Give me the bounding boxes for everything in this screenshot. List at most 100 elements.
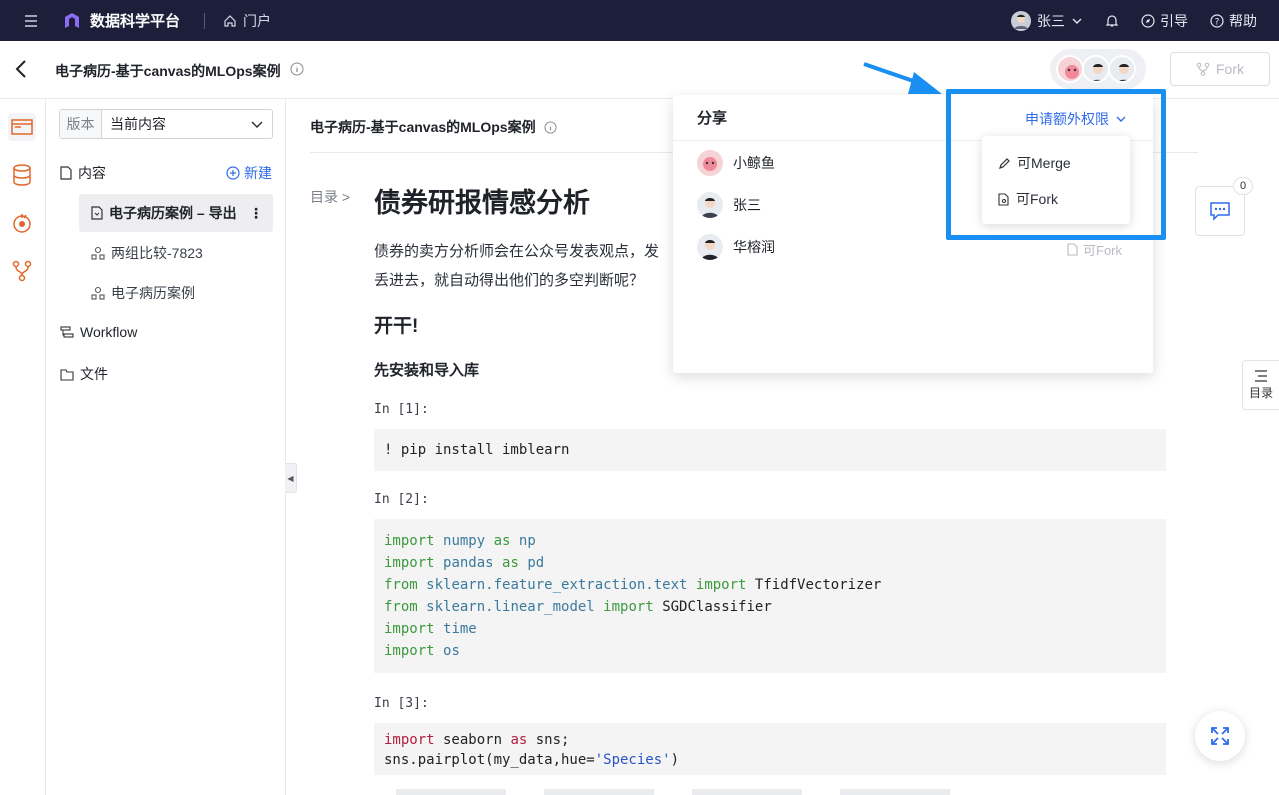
icon-rail: [0, 99, 46, 795]
content-label: 内容: [78, 165, 106, 181]
workflow-icon: [60, 326, 74, 338]
bell-icon[interactable]: [1105, 14, 1119, 28]
back-arrow-icon[interactable]: [14, 59, 28, 79]
user-menu[interactable]: 张三: [1011, 10, 1083, 31]
help-link[interactable]: ? 帮助: [1210, 11, 1257, 31]
fork-doc-icon: [1067, 243, 1078, 256]
guide-link[interactable]: 引导: [1141, 11, 1188, 31]
sidebar-item-emr-case[interactable]: 电子病历案例: [79, 274, 273, 312]
version-value: 当前内容: [110, 116, 166, 132]
folder-icon: [11, 119, 33, 135]
avatar: [1082, 55, 1110, 83]
more-icon[interactable]: ⋮: [249, 205, 263, 222]
member-row: 小鲸鱼: [697, 150, 775, 176]
chevron-down-icon: [251, 121, 263, 129]
member-name: 小鲸鱼: [733, 155, 775, 171]
code-line: import os: [384, 643, 460, 659]
project-title: 电子病历-基于canvas的MLOps案例: [55, 63, 281, 79]
avatar: [1108, 55, 1136, 83]
annotation-arrow-icon: [863, 62, 942, 94]
cell-label: In [1]:: [374, 402, 429, 417]
new-label: 新建: [244, 165, 272, 181]
logo-icon: [65, 12, 79, 28]
avatar: [697, 192, 723, 218]
home-icon: [224, 14, 236, 27]
annotation-highlight-box: [946, 89, 1166, 240]
member-permission[interactable]: 可Fork: [1067, 240, 1122, 259]
code-cell-1[interactable]: ! pip install imblearn: [374, 429, 1166, 471]
version-select[interactable]: 版本 当前内容: [59, 109, 273, 139]
code-line: import seaborn as sns;: [384, 732, 570, 748]
avatar: [697, 150, 723, 176]
files-section[interactable]: 文件: [60, 364, 108, 384]
toc-toggle[interactable]: 目录 >: [310, 187, 350, 207]
guide-label: 引导: [1160, 12, 1188, 29]
data-nav[interactable]: [8, 161, 36, 189]
fork-button[interactable]: Fork: [1170, 52, 1270, 86]
member-name: 张三: [733, 197, 761, 213]
code-line: sns.pairplot(my_data,hue='Species'): [384, 752, 680, 768]
target-icon: [13, 214, 31, 233]
version-label: 版本: [60, 110, 102, 138]
list-icon: [1255, 369, 1267, 382]
notebook-file-icon: [91, 206, 103, 220]
sidebar-item-label: 电子病历案例: [111, 285, 195, 301]
sidebar-item-notebook-export[interactable]: 电子病历案例 – 导出 ⋮: [79, 194, 273, 232]
workflow-file-icon: [91, 286, 105, 300]
portal-label: 门户: [243, 12, 272, 29]
plus-circle-icon: [226, 166, 240, 180]
experiment-nav[interactable]: [8, 209, 36, 237]
content-section[interactable]: 内容: [60, 163, 106, 183]
doc-title: 电子病历-基于canvas的MLOps案例: [310, 117, 557, 137]
divider: [204, 12, 206, 29]
code-cell-2[interactable]: import numpy as np import pandas as pd f…: [374, 519, 1166, 673]
fork-label: Fork: [1216, 61, 1244, 77]
help-label: 帮助: [1229, 12, 1257, 29]
info-icon[interactable]: [290, 62, 304, 76]
cell-label: In [3]:: [374, 696, 429, 711]
member-name: 华榕润: [733, 239, 775, 255]
top-nav: 数据科学平台 门户 张三 引导 ? 帮助: [0, 0, 1279, 41]
notebook-nav[interactable]: [8, 113, 36, 141]
collaborator-avatars[interactable]: [1050, 49, 1146, 89]
member-row: 华榕润: [697, 234, 775, 260]
user-name: 张三: [1037, 12, 1065, 29]
comment-icon: [1210, 202, 1230, 221]
menu-icon[interactable]: [22, 14, 40, 28]
code-line: import numpy as np: [384, 533, 536, 549]
sidebar-item-label: 电子病历案例 – 导出: [109, 205, 237, 221]
info-icon[interactable]: [544, 120, 557, 134]
workflow-section[interactable]: Workflow: [60, 324, 137, 340]
toc-side-tab[interactable]: 目录: [1242, 360, 1279, 410]
heading-3: 先安装和导入库: [374, 362, 480, 379]
toc-label: 目录: [1248, 385, 1273, 400]
code-line: from sklearn.linear_model import SGDClas…: [384, 599, 772, 615]
sidebar-item-two-group-compare[interactable]: 两组比较-7823: [79, 234, 273, 272]
database-icon: [13, 164, 31, 186]
code-line: import time: [384, 621, 477, 637]
compass-icon: [1141, 13, 1155, 28]
comment-count-badge: 0: [1233, 177, 1253, 195]
fork-icon: [1196, 62, 1210, 76]
heading-2: 开干!: [374, 316, 419, 337]
svg-text:?: ?: [1215, 17, 1220, 27]
member-row: 张三: [697, 192, 761, 218]
new-button[interactable]: 新建: [226, 163, 272, 183]
heading-1: 债券研报情感分析: [374, 188, 590, 218]
collapse-sidebar-button[interactable]: ◀: [285, 463, 297, 493]
workflow-label: Workflow: [80, 324, 138, 340]
branch-icon: [12, 260, 32, 282]
help-icon: ?: [1210, 13, 1224, 28]
member-permission-label: 可Fork: [1083, 243, 1123, 258]
avatar: [1011, 10, 1031, 31]
model-nav[interactable]: [8, 257, 36, 285]
app-logo[interactable]: 数据科学平台: [62, 10, 180, 31]
avatar: [697, 234, 723, 260]
fullscreen-button[interactable]: [1195, 711, 1245, 761]
code-cell-3[interactable]: import seaborn as sns; sns.pairplot(my_d…: [374, 723, 1166, 775]
doc-title-text: 电子病历-基于canvas的MLOps案例: [310, 119, 536, 135]
code-line: ! pip install imblearn: [384, 442, 570, 458]
cell-label: In [2]:: [374, 492, 429, 507]
portal-link[interactable]: 门户: [223, 11, 271, 31]
app-name: 数据科学平台: [90, 13, 181, 30]
